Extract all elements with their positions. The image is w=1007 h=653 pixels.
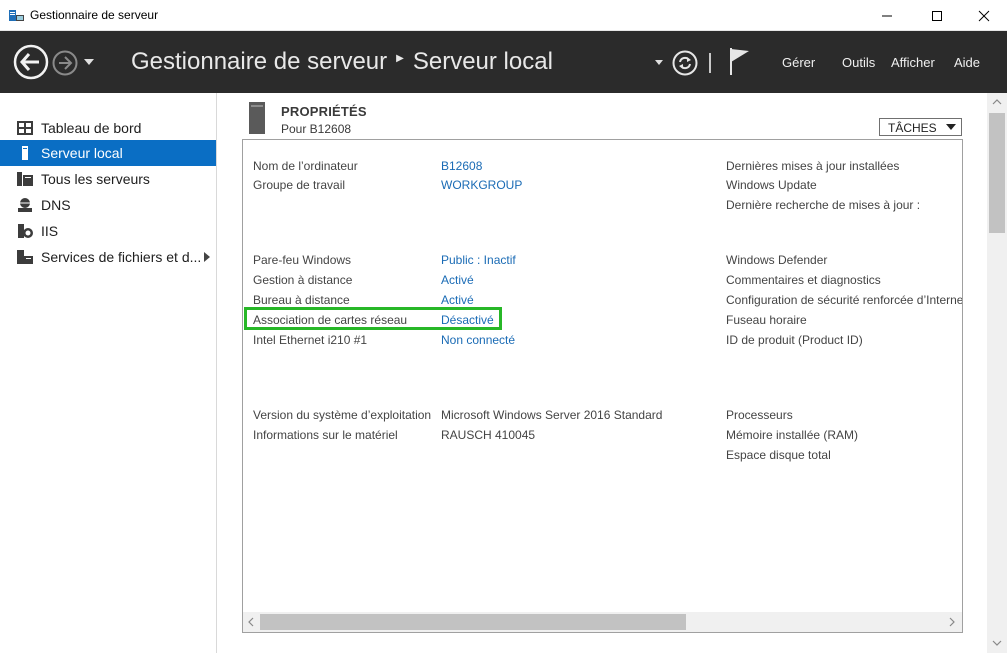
menu-afficher[interactable]: Afficher [891,55,935,70]
vertical-scrollbar[interactable] [987,93,1007,653]
sidebar-item-label: Tableau de bord [41,120,142,136]
sidebar-item-label: DNS [41,197,71,213]
prop-value-link[interactable]: Activé [441,273,474,287]
horizontal-scroll-thumb[interactable] [260,614,686,630]
prop-label: Dernières mises à jour installées [726,159,900,173]
prop-label: Informations sur le matériel [253,428,398,442]
prop-label: Fuseau horaire [726,313,807,327]
file-services-icon [17,250,33,264]
prop-value-link[interactable]: Activé [441,293,474,307]
scroll-up-icon[interactable] [992,99,1002,105]
prop-label: Version du système d’exploitation [253,408,432,422]
prop-label: Pare-feu Windows [253,253,352,267]
history-dropdown-icon[interactable] [84,58,94,66]
sidebar-item-file-services[interactable]: Services de fichiers et d... [0,244,216,270]
prop-label: Intel Ethernet i210 #1 [253,333,368,347]
breadcrumb-dropdown-icon[interactable] [654,59,664,67]
minimize-icon [882,15,892,16]
forward-arrow-icon[interactable] [52,50,78,76]
sidebar-item-all-servers[interactable]: Tous les serveurs [0,166,216,192]
sidebar-item-iis[interactable]: IIS [0,218,216,244]
minimize-button[interactable] [864,0,910,31]
dashboard-icon [17,121,33,135]
properties-subtitle: Pour B12608 [281,122,352,136]
window-title: Gestionnaire de serveur [30,8,159,22]
prop-label: Espace disque total [726,448,831,462]
dns-icon [18,198,32,212]
prop-label: Nom de l’ordinateur [253,159,358,173]
server-manager-app-icon [9,10,24,21]
vertical-scroll-thumb[interactable] [989,113,1005,233]
prop-value-link[interactable]: B12608 [441,159,482,173]
horizontal-scrollbar[interactable] [243,612,962,632]
menu-outils[interactable]: Outils [842,55,875,70]
highlight-box [244,307,502,330]
prop-label: Commentaires et diagnostics [726,273,881,287]
notifications-flag-icon[interactable] [728,46,752,76]
breadcrumb: Gestionnaire de serveur ▶ Serveur local [131,48,553,76]
breadcrumb-app[interactable]: Gestionnaire de serveur [131,48,387,75]
chevron-down-icon [946,124,956,130]
tasks-label: TÂCHES [888,121,937,135]
sidebar-item-local-server[interactable]: Serveur local [0,140,216,166]
close-icon [978,10,990,21]
prop-label: Groupe de travail [253,178,346,192]
sidebar-item-label: Tous les serveurs [41,171,150,187]
properties-title: PROPRIÉTÉS [281,104,367,119]
breadcrumb-separator-icon: ▶ [396,53,404,65]
prop-label: Processeurs [726,408,793,422]
sidebar-item-label: IIS [41,223,59,239]
maximize-button[interactable] [914,0,960,31]
prop-value-link[interactable]: Public : Inactif [441,253,516,267]
prop-label: Mémoire installée (RAM) [726,428,859,442]
prop-value-link[interactable]: Non connecté [441,333,515,347]
menu-gerer[interactable]: Gérer [782,55,815,70]
prop-label: Configuration de sécurité renforcée d’In… [726,293,963,307]
prop-label: Gestion à distance [253,273,353,287]
sidebar-item-label: Serveur local [41,145,123,161]
refresh-icon[interactable] [672,50,698,76]
scroll-down-icon[interactable] [992,640,1002,646]
header-bar: Gestionnaire de serveur ▶ Serveur local Gé… [0,31,1007,93]
menu-aide[interactable]: Aide [954,55,980,70]
main-content: PROPRIÉTÉS Pour B12608 TÂCHES Nom de l’o… [218,93,1007,653]
header-divider [709,53,711,73]
prop-value: Microsoft Windows Server 2016 Standard [441,408,663,422]
prop-value-link[interactable]: WORKGROUP [441,178,522,192]
server-tower-icon [249,102,265,134]
maximize-icon [932,10,942,21]
server-icon [22,146,28,160]
sidebar-item-label: Services de fichiers et d... [41,249,202,265]
prop-value: RAUSCH 410045 [441,428,536,442]
servers-icon [17,172,33,186]
iis-icon [18,224,33,238]
back-arrow-icon[interactable] [13,44,49,80]
breadcrumb-page: Serveur local [412,48,553,75]
properties-panel: Nom de l’ordinateur B12608 Groupe de tra… [242,139,963,633]
scroll-left-icon[interactable] [248,617,254,627]
title-bar: Gestionnaire de serveur [0,0,1007,31]
prop-label: Bureau à distance [253,293,350,307]
chevron-right-icon[interactable] [204,252,210,262]
sidebar-item-dashboard[interactable]: Tableau de bord [0,115,216,141]
tasks-dropdown[interactable]: TÂCHES [879,118,962,136]
prop-label: Dernière recherche de mises à jour : [726,198,921,212]
sidebar-item-dns[interactable]: DNS [0,192,216,218]
sidebar: Tableau de bord Serveur local Tous les s… [0,93,217,653]
prop-label: Windows Defender [726,253,828,267]
scroll-right-icon[interactable] [949,617,955,627]
prop-label: ID de produit (Product ID) [726,333,863,347]
prop-label: Windows Update [726,178,817,192]
close-button[interactable] [961,0,1007,31]
